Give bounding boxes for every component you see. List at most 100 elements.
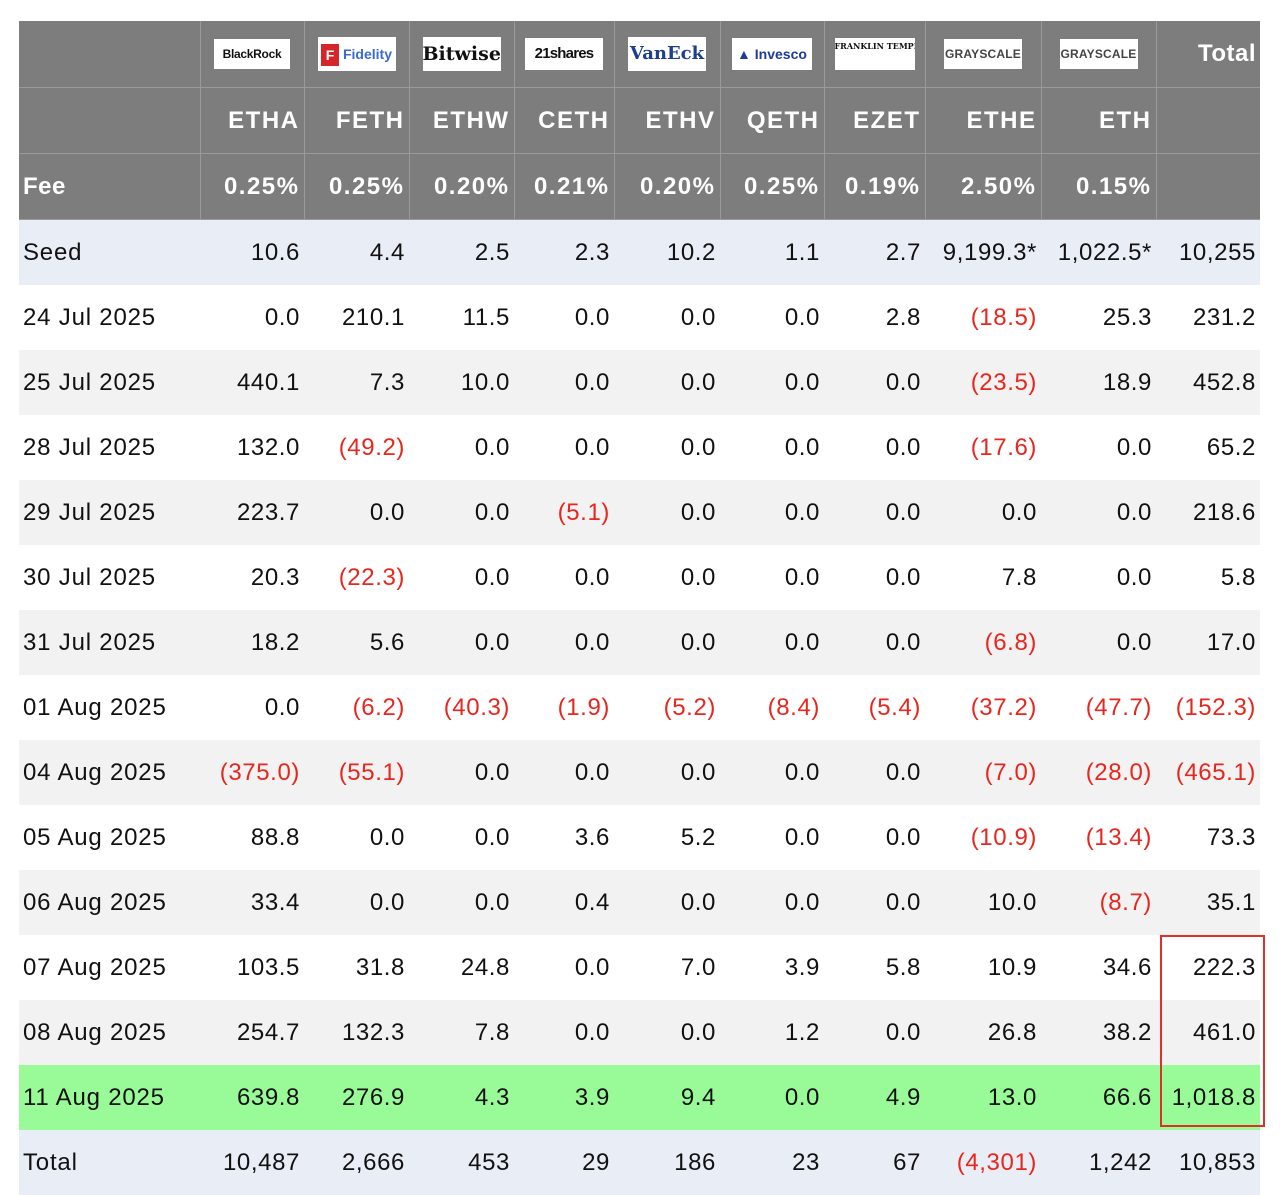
flow-cell: 3.9 bbox=[514, 1065, 614, 1130]
flow-cell: 11.5 bbox=[409, 285, 514, 350]
fee-row: Fee 0.25% 0.25% 0.20% 0.21% 0.20% 0.25% … bbox=[19, 154, 1260, 220]
flow-cell: (375.0) bbox=[200, 740, 304, 805]
flow-cell: 0.0 bbox=[824, 415, 925, 480]
flow-cell: 0.0 bbox=[720, 350, 824, 415]
table-row: 28 Jul 2025132.0(49.2)0.00.00.00.00.0(17… bbox=[19, 415, 1260, 480]
flow-cell: 7.8 bbox=[409, 1000, 514, 1065]
blackrock-logo: BlackRock bbox=[214, 39, 290, 69]
flow-cell: 3.9 bbox=[720, 935, 824, 1000]
flow-cell: 639.8 bbox=[200, 1065, 304, 1130]
grayscale-logo-eth: GRAYSCALE bbox=[1060, 39, 1138, 69]
row-label: 25 Jul 2025 bbox=[19, 350, 200, 415]
ticker-row: ETHA FETH ETHW CETH ETHV QETH EZET ETHE … bbox=[19, 88, 1260, 154]
table-row: 06 Aug 202533.40.00.00.40.00.00.010.0(8.… bbox=[19, 870, 1260, 935]
flow-cell: 34.6 bbox=[1041, 935, 1156, 1000]
table-row: 25 Jul 2025440.17.310.00.00.00.00.0(23.5… bbox=[19, 350, 1260, 415]
flow-cell: 1.2 bbox=[720, 1000, 824, 1065]
flow-cell: 9.4 bbox=[614, 1065, 720, 1130]
flow-cell: 0.0 bbox=[614, 1000, 720, 1065]
flow-cell: 0.0 bbox=[720, 805, 824, 870]
flow-cell: 0.0 bbox=[1041, 545, 1156, 610]
row-total-cell: 10,853 bbox=[1156, 1130, 1260, 1195]
flow-cell: 0.0 bbox=[720, 480, 824, 545]
flow-cell: (5.4) bbox=[824, 675, 925, 740]
flow-cell: 5.6 bbox=[304, 610, 409, 675]
flow-cell: 0.0 bbox=[514, 285, 614, 350]
row-total-cell: 218.6 bbox=[1156, 480, 1260, 545]
flow-cell: 0.0 bbox=[614, 285, 720, 350]
row-label: Seed bbox=[19, 220, 200, 286]
flow-cell: (8.4) bbox=[720, 675, 824, 740]
flow-cell: 10.2 bbox=[614, 220, 720, 286]
flow-cell: 254.7 bbox=[200, 1000, 304, 1065]
flow-cell: 0.0 bbox=[824, 350, 925, 415]
flow-cell: 132.3 bbox=[304, 1000, 409, 1065]
flow-cell: 186 bbox=[614, 1130, 720, 1195]
flow-cell: 0.0 bbox=[720, 870, 824, 935]
flow-cell: 13.0 bbox=[925, 1065, 1041, 1130]
fidelity-logo-text: Fidelity bbox=[343, 46, 392, 62]
table-row: 31 Jul 202518.25.60.00.00.00.00.0(6.8)0.… bbox=[19, 610, 1260, 675]
ticker-ezet: EZET bbox=[824, 88, 925, 154]
table-row: 29 Jul 2025223.70.00.0(5.1)0.00.00.00.00… bbox=[19, 480, 1260, 545]
flow-cell: 0.0 bbox=[1041, 415, 1156, 480]
row-label: 06 Aug 2025 bbox=[19, 870, 200, 935]
flow-cell: 0.0 bbox=[720, 545, 824, 610]
etf-flows-table: BlackRock FFidelity Bitwise 21shares Van… bbox=[19, 21, 1260, 1195]
ticker-ethe: ETHE bbox=[925, 88, 1041, 154]
total-row: Total10,4872,666453291862367(4,301)1,242… bbox=[19, 1130, 1260, 1195]
flow-cell: 0.0 bbox=[614, 350, 720, 415]
table-row: 04 Aug 2025(375.0)(55.1)0.00.00.00.00.0(… bbox=[19, 740, 1260, 805]
flow-cell: 20.3 bbox=[200, 545, 304, 610]
flow-cell: (10.9) bbox=[925, 805, 1041, 870]
flow-cell: 4.3 bbox=[409, 1065, 514, 1130]
flow-cell: 10.0 bbox=[925, 870, 1041, 935]
flow-cell: (55.1) bbox=[304, 740, 409, 805]
flow-cell: 31.8 bbox=[304, 935, 409, 1000]
flow-cell: 33.4 bbox=[200, 870, 304, 935]
flow-cell: (49.2) bbox=[304, 415, 409, 480]
flow-cell: 0.0 bbox=[409, 870, 514, 935]
row-label: 04 Aug 2025 bbox=[19, 740, 200, 805]
flow-cell: 0.0 bbox=[720, 610, 824, 675]
flow-cell: 3.6 bbox=[514, 805, 614, 870]
flow-cell: 1,242 bbox=[1041, 1130, 1156, 1195]
flow-cell: 0.0 bbox=[824, 480, 925, 545]
flow-cell: 0.0 bbox=[824, 610, 925, 675]
ticker-etha: ETHA bbox=[200, 88, 304, 154]
flow-cell: 0.0 bbox=[614, 545, 720, 610]
flow-cell: (5.2) bbox=[614, 675, 720, 740]
flow-cell: 0.0 bbox=[614, 480, 720, 545]
flow-cell: 2.3 bbox=[514, 220, 614, 286]
fee-ethv: 0.20% bbox=[614, 154, 720, 220]
flow-cell: 10.0 bbox=[409, 350, 514, 415]
flow-cell: 5.8 bbox=[824, 935, 925, 1000]
flow-cell: 0.0 bbox=[304, 480, 409, 545]
row-label: 28 Jul 2025 bbox=[19, 415, 200, 480]
ticker-ethw: ETHW bbox=[409, 88, 514, 154]
flow-cell: 0.0 bbox=[614, 415, 720, 480]
flow-cell: (17.6) bbox=[925, 415, 1041, 480]
flow-cell: 210.1 bbox=[304, 285, 409, 350]
fidelity-f-icon: F bbox=[321, 44, 339, 66]
ticker-feth: FETH bbox=[304, 88, 409, 154]
flow-cell: (28.0) bbox=[1041, 740, 1156, 805]
flow-cell: 0.0 bbox=[824, 805, 925, 870]
row-total-cell: 5.8 bbox=[1156, 545, 1260, 610]
invesco-logo: ▲ Invesco bbox=[732, 38, 812, 70]
row-total-cell: 10,255 bbox=[1156, 220, 1260, 286]
flow-cell: 0.0 bbox=[409, 610, 514, 675]
flow-cell: 7.3 bbox=[304, 350, 409, 415]
flow-cell: (23.5) bbox=[925, 350, 1041, 415]
row-label: 31 Jul 2025 bbox=[19, 610, 200, 675]
flow-cell: 18.2 bbox=[200, 610, 304, 675]
flow-cell: (7.0) bbox=[925, 740, 1041, 805]
fee-label: Fee bbox=[19, 154, 200, 220]
flow-cell: 0.0 bbox=[304, 870, 409, 935]
logo-row: BlackRock FFidelity Bitwise 21shares Van… bbox=[19, 21, 1260, 88]
invesco-logo-text: Invesco bbox=[755, 46, 807, 62]
row-total-cell: (152.3) bbox=[1156, 675, 1260, 740]
flow-cell: 0.0 bbox=[614, 870, 720, 935]
flow-cell: 88.8 bbox=[200, 805, 304, 870]
fee-etha: 0.25% bbox=[200, 154, 304, 220]
